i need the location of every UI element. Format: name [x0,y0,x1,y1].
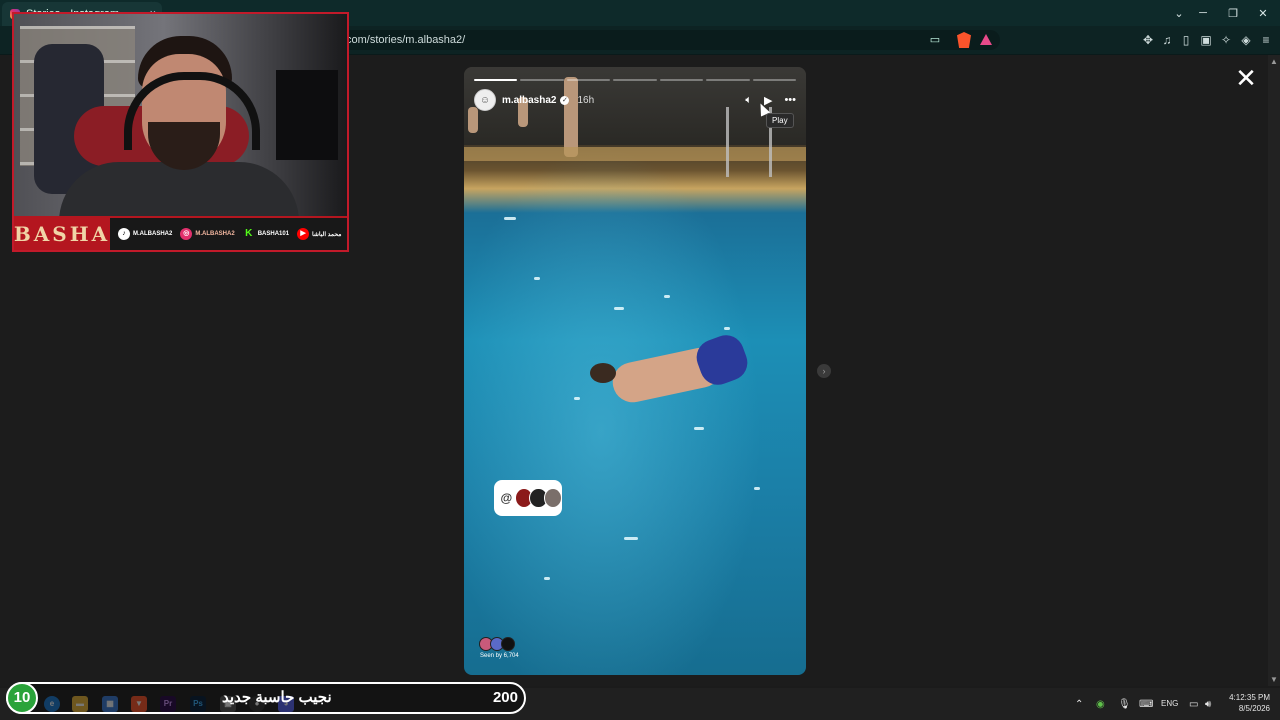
social-handle: ▶ محمد الباشا [297,228,341,240]
media-icon[interactable]: ♫ [1159,32,1175,48]
leo-ai-icon[interactable]: ✧ [1218,32,1234,48]
mention-sticker[interactable]: @ [494,480,562,516]
url-text: com/stories/m.albasha2/ [346,34,466,46]
clock-time: 4:12:35 PM [1229,693,1270,702]
social-handle-label: M.ALBASHA2 [133,231,173,237]
volume-icon[interactable]: 🔈︎ [745,94,752,107]
progress-segment [752,79,796,81]
progress-segment [706,79,750,81]
page-scrollbar[interactable]: ▲ ▼ [1268,55,1280,686]
social-handle-label: محمد الباشا [312,231,342,238]
play-tooltip: Play [766,113,794,128]
sidebar-icon[interactable]: ▯ [1178,32,1194,48]
brave-rewards-icon[interactable] [980,34,992,45]
story-username[interactable]: m.albasha2 [502,95,556,106]
threads-icon: @ [500,491,513,505]
menu-icon[interactable]: ≡ [1258,32,1274,48]
restore-button[interactable]: ❐ [1218,0,1248,26]
social-handle: K BASHA101 [242,228,290,240]
next-story-button[interactable]: › [817,364,831,378]
progress-segment [659,79,704,81]
social-handle-label: BASHA101 [257,231,290,237]
scroll-up-icon[interactable]: ▲ [1270,57,1278,66]
network-icon[interactable]: ▭ [1189,699,1198,710]
tiktok-icon: ♪ [118,228,130,240]
water-sparkle [724,327,730,330]
microphone-icon[interactable]: 🎙︎ [1118,699,1131,710]
water-sparkle [504,217,516,220]
social-handle: ♪ M.ALBASHA2 [118,228,172,240]
progress-segment [566,79,611,81]
water-sparkle [694,427,704,430]
ticker-amount: 200 [492,689,518,706]
volume-icon[interactable]: 🔊︎ [1205,699,1211,710]
water-sparkle [544,577,550,580]
water-sparkle [624,537,638,540]
webcam-overlay: BASHA ♪ M.ALBASHA2 ◎ M.ALBASHA2 K BASHA1… [12,12,349,252]
minimize-button[interactable]: ─ [1188,0,1218,26]
language-indicator[interactable]: ENG [1161,699,1178,708]
water-sparkle [754,487,760,490]
vpn-icon[interactable]: ◈ [1238,32,1254,48]
social-handle-label: M.ALBASHA2 [195,231,235,237]
story-viewer[interactable]: ☺ m.albasha2 ✓ 16h 🔈︎ ▶ ••• Play @ Seen … [464,67,806,675]
donation-ticker: 10 نجيب حاسبة جديد 200 [6,682,526,714]
seen-by-count[interactable]: Seen by 6,704 [480,653,519,659]
avatar [543,488,562,508]
ticker-number: 10 [6,682,38,714]
cast-icon[interactable]: ▭ [928,33,942,47]
water-sparkle [574,397,580,400]
water-sparkle [664,295,670,298]
more-options-icon[interactable]: ••• [784,94,796,106]
swimmer-head [590,363,616,383]
progress-segment [613,79,657,81]
water-sparkle [614,307,624,310]
close-window-button[interactable]: ✕ [1248,0,1278,26]
verified-badge-icon: ✓ [560,95,570,105]
progress-segment [474,79,518,81]
social-handle: ◎ M.ALBASHA2 [180,228,235,240]
viewer-avatars[interactable] [479,637,515,651]
youtube-icon: ▶ [297,228,310,240]
clock-date: 8/5/2026 [1238,704,1270,713]
extensions-icon[interactable]: ✥ [1140,32,1156,48]
story-time: 16h [577,94,595,106]
brand-logo: BASHA [14,218,110,250]
avatar[interactable]: ☺ [474,89,496,111]
avatar [501,637,515,651]
progress-segment [520,79,564,81]
system-clock[interactable]: 4:12:35 PM 8/5/2026 [1222,692,1270,714]
url-field[interactable]: com/stories/m.albasha2/ [320,30,1000,50]
story-header: ☺ m.albasha2 ✓ 16h 🔈︎ ▶ ••• [474,89,796,111]
water-sparkle [534,277,540,280]
wallet-icon[interactable]: ▣ [1198,32,1214,48]
show-hidden-icons-icon[interactable]: ⌃ [1075,699,1083,710]
ticker-message: نجيب حاسبة جديد [222,689,332,706]
brave-shields-icon[interactable] [957,32,971,48]
instagram-icon: ◎ [180,228,193,240]
keyboard-icon[interactable]: ⌨ [1139,699,1153,710]
scroll-down-icon[interactable]: ▼ [1270,675,1278,684]
background-monitor [276,70,338,160]
close-stories-button[interactable]: ✕ [1232,64,1260,92]
kick-icon: K [242,228,255,240]
story-progress-bar [474,79,796,81]
nvidia-icon[interactable]: ◉ [1096,699,1105,710]
social-banner: BASHA ♪ M.ALBASHA2 ◎ M.ALBASHA2 K BASHA1… [14,216,347,250]
